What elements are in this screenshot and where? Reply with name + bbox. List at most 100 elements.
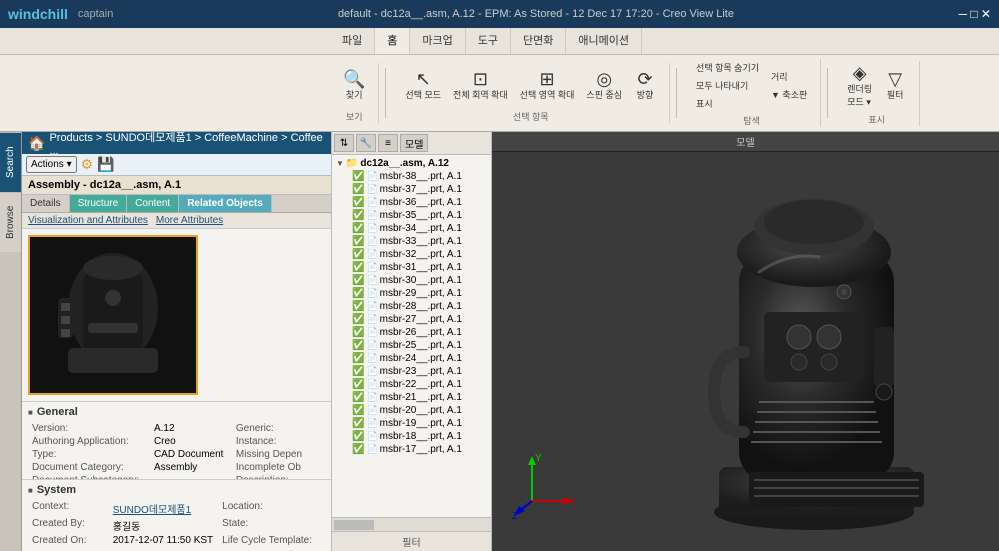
tree-item[interactable]: ✅ 📄 msbr-17__.prt, A.1 (334, 443, 489, 456)
tree-item-checkbox[interactable]: ✅ (352, 223, 364, 234)
tree-item[interactable]: ✅ 📄 msbr-25__.prt, A.1 (334, 339, 489, 352)
actions-button[interactable]: Actions ▾ (26, 156, 77, 173)
attr-row-authoring: Authoring Application: Creo Instance: (28, 435, 325, 448)
tree-item-icon: 📄 (366, 197, 377, 208)
tree-item[interactable]: ✅ 📄 msbr-29__.prt, A.1 (334, 287, 489, 300)
tree-root[interactable]: ▼ 📁 dc12a__.asm, A.12 (334, 157, 489, 170)
general-section: General Version: A.12 Generic: Authoring… (22, 402, 331, 480)
window-controls: ─ □ ✕ (959, 7, 991, 21)
tree-btn-model[interactable]: 모델 (400, 134, 428, 152)
select-mode-button[interactable]: ↖ 선택 모드 (400, 67, 446, 104)
location-label: Location: (218, 500, 317, 517)
zoom-all-button[interactable]: ⊡ 전체 회역 확대 (448, 67, 513, 104)
tree-item-checkbox[interactable]: ✅ (352, 171, 364, 182)
tree-item[interactable]: ✅ 📄 msbr-38__.prt, A.1 (334, 170, 489, 183)
tab-section[interactable]: 단면화 (511, 28, 566, 54)
tree-item-checkbox[interactable]: ✅ (352, 288, 364, 299)
tree-item[interactable]: ✅ 📄 msbr-27__.prt, A.1 (334, 313, 489, 326)
tree-item[interactable]: ✅ 📄 msbr-32__.prt, A.1 (334, 248, 489, 261)
tree-item-checkbox[interactable]: ✅ (352, 379, 364, 390)
tree-item[interactable]: ✅ 📄 msbr-34__.prt, A.1 (334, 222, 489, 235)
assembly-icon: ⚙ (81, 156, 94, 173)
more-attr-link[interactable]: More Attributes (156, 215, 223, 226)
tree-item[interactable]: ✅ 📄 msbr-36__.prt, A.1 (334, 196, 489, 209)
tree-item-checkbox[interactable]: ✅ (352, 249, 364, 260)
tree-item[interactable]: ✅ 📄 msbr-31__.prt, A.1 (334, 261, 489, 274)
tab-related-objects[interactable]: Related Objects (179, 195, 272, 212)
render-mode-button[interactable]: ◈ 렌더링모드 ▾ (842, 61, 877, 111)
tree-item-checkbox[interactable]: ✅ (352, 366, 364, 377)
tree-item-checkbox[interactable]: ✅ (352, 392, 364, 403)
tree-item[interactable]: ✅ 📄 msbr-35__.prt, A.1 (334, 209, 489, 222)
show-all-button[interactable]: 모두 나타내기 (691, 77, 764, 94)
expand-arrow: ▼ (336, 159, 344, 168)
tree-item[interactable]: ✅ 📄 msbr-33__.prt, A.1 (334, 235, 489, 248)
tree-item-checkbox[interactable]: ✅ (352, 236, 364, 247)
filter-button[interactable]: ▽ 필터 (879, 67, 911, 104)
tree-item-checkbox[interactable]: ✅ (352, 210, 364, 221)
home-icon[interactable]: 🏠 (28, 135, 45, 152)
incomplete-value (317, 461, 325, 474)
tree-scroll-horizontal[interactable] (332, 517, 491, 531)
zoom-select-button[interactable]: ⊞ 선택 영역 확대 (515, 67, 580, 104)
tree-item[interactable]: ✅ 📄 msbr-20__.prt, A.1 (334, 404, 489, 417)
tab-tools[interactable]: 도구 (466, 28, 511, 54)
tree-item-checkbox[interactable]: ✅ (352, 418, 364, 429)
tree-btn-2[interactable]: 🔧 (356, 134, 376, 152)
find-button[interactable]: 🔍 찾기 (338, 67, 370, 104)
tree-item-checkbox[interactable]: ✅ (352, 405, 364, 416)
tab-file[interactable]: 파일 (330, 28, 375, 54)
type-value: CAD Document (150, 448, 232, 461)
filter-icon: ▽ (888, 70, 902, 88)
tab-home[interactable]: 홈 (375, 28, 410, 54)
tree-item[interactable]: ✅ 📄 msbr-18__.prt, A.1 (334, 430, 489, 443)
wc-header: 🏠 Products > SUNDO데모제품1 > CoffeeMachine … (22, 132, 331, 154)
tree-item-icon: 📄 (366, 353, 377, 364)
context-value[interactable]: SUNDO데모제품1 (109, 500, 218, 517)
tree-item[interactable]: ✅ 📄 msbr-28__.prt, A.1 (334, 300, 489, 313)
tree-item-label: msbr-34__.prt, A.1 (380, 223, 462, 234)
tree-item[interactable]: ✅ 📄 msbr-23__.prt, A.1 (334, 365, 489, 378)
select-all-button[interactable]: 선택 항목 숨기기 (691, 59, 764, 76)
tree-item-checkbox[interactable]: ✅ (352, 340, 364, 351)
tree-item-checkbox[interactable]: ✅ (352, 197, 364, 208)
model-view[interactable]: Y X Z (492, 152, 999, 551)
tab-content[interactable]: Content (127, 195, 179, 212)
location-value (317, 500, 325, 517)
nav-search[interactable]: Search (0, 132, 21, 192)
xsection-button[interactable]: ▼ 축소판 (766, 86, 812, 103)
tree-item-checkbox[interactable]: ✅ (352, 444, 364, 455)
tab-animation[interactable]: 애니메이션 (566, 28, 642, 54)
display-group-label: 표시 (868, 111, 885, 126)
tree-item-label: msbr-24__.prt, A.1 (380, 353, 462, 364)
tree-item-checkbox[interactable]: ✅ (352, 314, 364, 325)
tree-item-checkbox[interactable]: ✅ (352, 353, 364, 364)
tree-item-label: msbr-30__.prt, A.1 (380, 275, 462, 286)
tab-markup[interactable]: 마크업 (410, 28, 465, 54)
tree-item[interactable]: ✅ 📄 msbr-22__.prt, A.1 (334, 378, 489, 391)
direction-button[interactable]: ⟳ 방향 (629, 67, 661, 104)
tree-btn-3[interactable]: ≡ (378, 134, 398, 152)
nav-browse[interactable]: Browse (0, 192, 21, 252)
tree-item-checkbox[interactable]: ✅ (352, 327, 364, 338)
spin-center-button[interactable]: ◎ 스핀 중심 (581, 67, 627, 104)
tree-item-label: msbr-18__.prt, A.1 (380, 431, 462, 442)
distance-button[interactable]: 거리 (766, 68, 812, 85)
tree-item-label: msbr-20__.prt, A.1 (380, 405, 462, 416)
tree-item-checkbox[interactable]: ✅ (352, 262, 364, 273)
viz-attr-link[interactable]: Visualization and Attributes (28, 215, 148, 226)
tree-btn-1[interactable]: ⇅ (334, 134, 354, 152)
tree-item[interactable]: ✅ 📄 msbr-24__.prt, A.1 (334, 352, 489, 365)
tree-item-checkbox[interactable]: ✅ (352, 431, 364, 442)
tab-structure[interactable]: Structure (70, 195, 128, 212)
tree-item[interactable]: ✅ 📄 msbr-30__.prt, A.1 (334, 274, 489, 287)
tree-item-checkbox[interactable]: ✅ (352, 275, 364, 286)
tree-item[interactable]: ✅ 📄 msbr-37__.prt, A.1 (334, 183, 489, 196)
tab-details[interactable]: Details (22, 195, 70, 212)
tree-item[interactable]: ✅ 📄 msbr-21__.prt, A.1 (334, 391, 489, 404)
tree-item[interactable]: ✅ 📄 msbr-19__.prt, A.1 (334, 417, 489, 430)
tree-item[interactable]: ✅ 📄 msbr-26__.prt, A.1 (334, 326, 489, 339)
tree-item-checkbox[interactable]: ✅ (352, 301, 364, 312)
tree-item-checkbox[interactable]: ✅ (352, 184, 364, 195)
display-button[interactable]: 표시 (691, 95, 764, 112)
